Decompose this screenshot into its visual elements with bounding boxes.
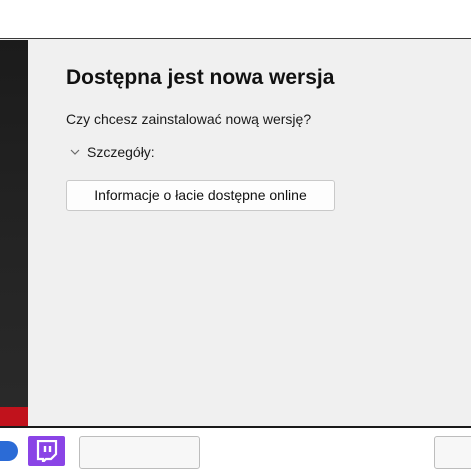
dialog-question: Czy chcesz zainstalować nową wersję? <box>66 111 312 127</box>
taskbar-button[interactable] <box>79 436 200 469</box>
details-toggle[interactable]: Szczegóły: <box>66 143 155 161</box>
dialog-title: Dostępna jest nowa wersja <box>66 66 335 89</box>
blue-app-icon[interactable] <box>0 441 18 461</box>
update-dialog-window: Dostępna jest nowa wersja Czy chcesz zai… <box>0 0 471 471</box>
taskbar-button-right[interactable] <box>434 436 471 469</box>
chevron-down-icon <box>68 145 82 159</box>
details-label: Szczegóły: <box>87 144 155 160</box>
launcher-side-artwork <box>0 40 28 426</box>
bottom-taskbar <box>0 426 471 471</box>
artwork-red-band <box>0 407 28 426</box>
twitch-icon[interactable] <box>28 436 65 466</box>
top-strip <box>0 0 471 39</box>
patch-notes-online-button[interactable]: Informacje o łacie dostępne online <box>66 180 335 211</box>
